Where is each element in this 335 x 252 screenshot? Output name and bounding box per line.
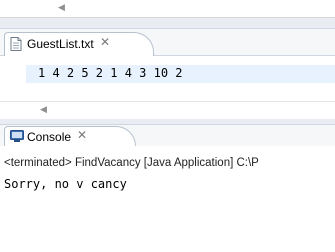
editor-horizontal-scrollbar[interactable]: ◀ — [0, 101, 335, 120]
tab-guestlist[interactable]: GuestList.txt ✕ — [4, 32, 154, 56]
tab-guestlist-label: GuestList.txt — [27, 37, 94, 51]
tab-console-label: Console — [27, 130, 72, 144]
panel-separator — [0, 18, 335, 28]
close-icon[interactable]: ✕ — [77, 128, 87, 142]
console-output[interactable]: Sorry, no v cancy — [4, 177, 127, 191]
console-tab-bar: Console ✕ — [0, 124, 335, 148]
close-icon[interactable]: ✕ — [100, 35, 110, 49]
text-file-icon — [10, 37, 22, 51]
editor-tab-bar: GuestList.txt ✕ — [0, 28, 335, 56]
editor-text[interactable]: 1 4 2 5 2 1 4 3 10 2 — [38, 66, 183, 80]
console-icon — [10, 130, 24, 142]
console-status-label: <terminated> FindVacancy [Java Applicati… — [4, 157, 259, 169]
scroll-left-arrow-icon[interactable]: ◀ — [58, 2, 65, 13]
top-horizontal-scrollbar[interactable]: ◀ — [0, 0, 335, 18]
tab-console[interactable]: Console ✕ — [4, 126, 136, 148]
scroll-left-arrow-icon[interactable]: ◀ — [40, 104, 47, 115]
